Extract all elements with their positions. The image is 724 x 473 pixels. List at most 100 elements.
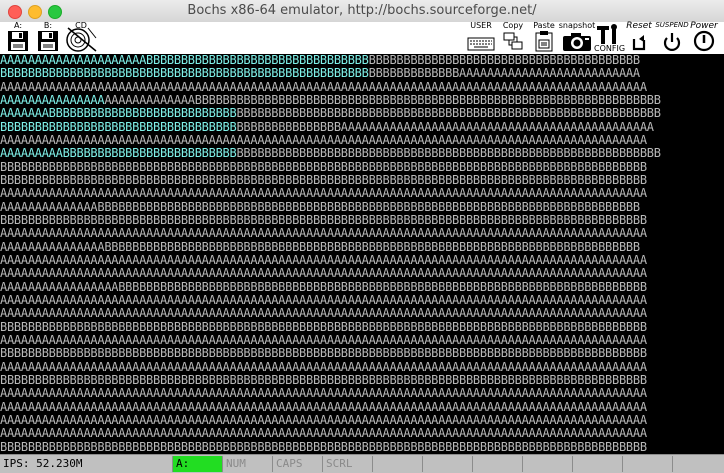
screen-row: AAAAAAAAAAAAAAAAAAAAAAAAAAAAAAAAAAAAAAAA… xyxy=(0,267,724,280)
floppy-disk-icon xyxy=(8,31,28,51)
screen-text: AAAAAAAAAAAAAAAAAAAAAAAAAAAAAAAAAAAAAAAA… xyxy=(0,267,647,281)
highlighted-text: AAAAAAAAAAAAAAAAAAAAABBBBBBBBBBBBBBBBBBB… xyxy=(0,54,369,67)
suspend-icon xyxy=(663,33,681,51)
screen-text: AAAAAAAAAAAAAAAAAAAAAAAAAAAAAAAAAAAAAAAA… xyxy=(0,333,647,347)
status-slot xyxy=(522,456,572,472)
screen-text: AAAAAAAAAAAAAABBBBBBBBBBBBBBBBBBBBBBBBBB… xyxy=(0,200,640,214)
screen-text: AAAAAAAAAAAAAAAAAAAAAAAAAAAAAAAAAAAAAAAA… xyxy=(0,307,647,321)
toolbar: A: B: CD USER Copy Paste snapshot CONFIG… xyxy=(0,21,724,54)
paste-icon xyxy=(535,31,553,52)
screen-row: AAAAAAAAAAAAAAAAABBBBBBBBBBBBBBBBBBBBBBB… xyxy=(0,281,724,294)
screen-text: BBBBBBBBBBBBBBBBBBBBBBBBBBBBBBBBBBBBBBBB… xyxy=(0,320,647,334)
highlighted-text: AAAAAAABBBBBBBBBBBBBBBBBBBBBBBBBBB xyxy=(0,107,237,121)
power-icon xyxy=(693,30,715,52)
screen-text: AAAAAAAAAAAAAAAAAAAAAAAAAAAAAAAAAAAAAAAA… xyxy=(0,227,647,241)
screen-text: BBBBBBBBBBBBBAAAAAAAAAAAAAAAAAAAAAAAAAA xyxy=(368,67,641,81)
snapshot-button[interactable]: snapshot xyxy=(558,21,596,54)
screen-text: AAAAAAAAAAAAAAAAAAAAAAAAAAAAAAAAAAAAAAAA… xyxy=(0,133,647,147)
screen-row: AAAAAAAAAAAAAAABBBBBBBBBBBBBBBBBBBBBBBBB… xyxy=(0,241,724,254)
paste-button[interactable]: Paste xyxy=(530,21,558,54)
floppy-a-button[interactable]: A: xyxy=(4,21,32,54)
screen-row: AAAAAAAAAAAAAAAAAAAAAAAAAAAAAAAAAAAAAAAA… xyxy=(0,81,724,94)
reset-icon xyxy=(632,35,646,51)
emulator-screen[interactable]: AAAAAAAAAAAAAAAAAAAAABBBBBBBBBBBBBBBBBBB… xyxy=(0,54,724,454)
screen-text: BBBBBBBBBBBBBBBBBBBBBBBBBBBBBBBBBBBBBBBB… xyxy=(0,347,647,361)
user-button[interactable]: USER xyxy=(464,21,498,54)
status-slot xyxy=(572,456,622,472)
highlighted-text: BBBBBBBBBBBBBBBBBBBBBBBBBBBBBBBBBBBBBBBB… xyxy=(0,67,369,81)
copy-button[interactable]: Copy xyxy=(500,21,526,54)
status-slot xyxy=(422,456,472,472)
screen-text: BBBBBBBBBBBBBBBBBBBBBBBBBBBBBBBBBBBBBBBB… xyxy=(0,160,647,174)
window-title: Bochs x86-64 emulator, http://bochs.sour… xyxy=(187,3,537,18)
screen-row: BBBBBBBBBBBBBBBBBBBBBBBBBBBBBBBBBBBBBBBB… xyxy=(0,347,724,360)
reset-button[interactable]: Reset xyxy=(626,21,652,54)
screen-row: AAAAAAAAAAAAAAAAAAAAAAAAAAAAAAAAAAAAAAAA… xyxy=(0,361,724,374)
floppy-disk-icon xyxy=(38,31,58,51)
screen-row: AAAAAAAAABBBBBBBBBBBBBBBBBBBBBBBBBBBBBBB… xyxy=(0,147,724,160)
screen-text: BBBBBBBBBBBBBBBBBBBBBBBBBBBBBBBBBBBBBBBB… xyxy=(236,107,661,121)
screen-row: BBBBBBBBBBBBBBBBBBBBBBBBBBBBBBBBBBBBBBBB… xyxy=(0,174,724,187)
scroll-lock-indicator: SCRL xyxy=(322,456,372,472)
screen-row: AAAAAAAAAAAAAAAAAAAAAAAAAAAAAAAAAAAAAAAA… xyxy=(0,401,724,414)
screen-text: AAAAAAAAAAAAAAAAAAAAAAAAAAAAAAAAAAAAAAAA… xyxy=(0,80,647,94)
suspend-button[interactable]: SUSPEND xyxy=(654,21,690,54)
screen-text: BBBBBBBBBBBBBBBBBBBBBBBBBBBBBBBBBBBBBBB xyxy=(368,54,641,67)
screen-row: BBBBBBBBBBBBBBBBBBBBBBBBBBBBBBBBBBBBBBBB… xyxy=(0,161,724,174)
screen-text: AAAAAAAAAAAAAAABBBBBBBBBBBBBBBBBBBBBBBBB… xyxy=(0,240,640,254)
screen-row: AAAAAAAAAAAAAAAAAAAAAAAAAAAAAAAAAAAAAAAA… xyxy=(0,387,724,400)
config-button[interactable]: CONFIG xyxy=(594,22,625,54)
screen-text: AAAAAAAAAAAAAAAAAAAAAAAAAAAAAAAAAAAAAAAA… xyxy=(0,253,647,267)
screen-row: AAAAAAAAAAAAAAAAAAAAAAAAAAAABBBBBBBBBBBB… xyxy=(0,94,724,107)
screen-text: BBBBBBBBBBBBBBBBBBBBBBBBBBBBBBBBBBBBBBBB… xyxy=(236,147,661,161)
screen-row: BBBBBBBBBBBBBBBBBBBBBBBBBBBBBBBBBBBBBBBB… xyxy=(0,121,724,134)
screen-row: AAAAAAAAAAAAAAAAAAAAAAAAAAAAAAAAAAAAAAAA… xyxy=(0,294,724,307)
screen-row: AAAAAAAAAAAAAAAAAAAAAAAAAAAAAAAAAAAAAAAA… xyxy=(0,187,724,200)
screen-row: AAAAAAAAAAAAAABBBBBBBBBBBBBBBBBBBBBBBBBB… xyxy=(0,201,724,214)
floppy-a-led: A: xyxy=(172,456,222,472)
status-slot xyxy=(672,456,724,472)
screen-row: BBBBBBBBBBBBBBBBBBBBBBBBBBBBBBBBBBBBBBBB… xyxy=(0,374,724,387)
screen-row: AAAAAAAAAAAAAAAAAAAAAAAAAAAAAAAAAAAAAAAA… xyxy=(0,307,724,320)
screen-text: AAAAAAAAAAAAAAAAAAAAAAAAAAAAAAAAAAAAAAAA… xyxy=(0,187,647,201)
screen-row: AAAAAAAAAAAAAAAAAAAAAAAAAAAAAAAAAAAAAAAA… xyxy=(0,134,724,147)
status-slot xyxy=(622,456,672,472)
screen-row: BBBBBBBBBBBBBBBBBBBBBBBBBBBBBBBBBBBBBBBB… xyxy=(0,214,724,227)
floppy-b-button[interactable]: B: xyxy=(34,21,62,54)
screen-row: AAAAAAAAAAAAAAAAAAAAAAAAAAAAAAAAAAAAAAAA… xyxy=(0,414,724,427)
screen-row: AAAAAAAAAAAAAAAAAAAAAAAAAAAAAAAAAAAAAAAA… xyxy=(0,227,724,240)
highlighted-text: AAAAAAAAAAAAAAA xyxy=(0,93,105,107)
screen-text: AAAAAAAAAAAAAAAAAAAAAAAAAAAAAAAAAAAAAAAA… xyxy=(0,293,647,307)
screen-text: AAAAAAAAAAAAAAAAAAAAAAAAAAAAAAAAAAAAAAAA… xyxy=(0,360,647,374)
screen-row: AAAAAAABBBBBBBBBBBBBBBBBBBBBBBBBBBBBBBBB… xyxy=(0,107,724,120)
screen-text: AAAAAAAAAAAAAAAAAAAAAAAAAAAAAAAAAAAAAAAA… xyxy=(0,400,647,414)
num-lock-indicator: NUM xyxy=(222,456,272,472)
screen-text: BBBBBBBBBBBBBBBBBBBBBBBBBBBBBBBBBBBBBBBB… xyxy=(0,213,647,227)
screen-text: BBBBBBBBBBBBBBBAAAAAAAAAAAAAAAAAAAAAAAAA… xyxy=(236,120,654,134)
status-slot xyxy=(372,456,422,472)
power-button[interactable]: Power xyxy=(688,21,720,54)
screen-text: BBBBBBBBBBBBBBBBBBBBBBBBBBBBBBBBBBBBBBBB… xyxy=(0,373,647,387)
copy-icon xyxy=(503,32,523,50)
screen-text: AAAAAAAAAAAAAAAAAAAAAAAAAAAAAAAAAAAAAAAA… xyxy=(0,413,647,427)
screen-row: BBBBBBBBBBBBBBBBBBBBBBBBBBBBBBBBBBBBBBBB… xyxy=(0,441,724,454)
screen-row: AAAAAAAAAAAAAAAAAAAAAAAAAAAAAAAAAAAAAAAA… xyxy=(0,427,724,440)
cdrom-button[interactable]: CD xyxy=(64,21,98,54)
ips-indicator: IPS: 52.230M xyxy=(3,457,83,470)
screen-row: BBBBBBBBBBBBBBBBBBBBBBBBBBBBBBBBBBBBBBBB… xyxy=(0,67,724,80)
title-bar: Bochs x86-64 emulator, http://bochs.sour… xyxy=(0,0,724,23)
status-bar: IPS: 52.230M A: NUM CAPS SCRL xyxy=(0,454,724,473)
highlighted-text: AAAAAAAAABBBBBBBBBBBBBBBBBBBBBBBBB xyxy=(0,147,237,161)
keyboard-icon xyxy=(467,37,495,51)
screen-text: AAAAAAAAAAAAABBBBBBBBBBBBBBBBBBBBBBBBBBB… xyxy=(104,93,661,107)
screen-text: AAAAAAAAAAAAAAAAAAAAAAAAAAAAAAAAAAAAAAAA… xyxy=(0,427,647,441)
screen-text: BBBBBBBBBBBBBBBBBBBBBBBBBBBBBBBBBBBBBBBB… xyxy=(0,173,647,187)
screen-row: AAAAAAAAAAAAAAAAAAAAAAAAAAAAAAAAAAAAAAAA… xyxy=(0,334,724,347)
screen-text: AAAAAAAAAAAAAAAAAAAAAAAAAAAAAAAAAAAAAAAA… xyxy=(0,387,647,401)
status-slot xyxy=(472,456,522,472)
screen-row: BBBBBBBBBBBBBBBBBBBBBBBBBBBBBBBBBBBBBBBB… xyxy=(0,321,724,334)
screen-text: BBBBBBBBBBBBBBBBBBBBBBBBBBBBBBBBBBBBBBBB… xyxy=(0,440,647,454)
cdrom-icon xyxy=(66,27,97,52)
camera-icon xyxy=(563,33,591,51)
caps-lock-indicator: CAPS xyxy=(272,456,322,472)
